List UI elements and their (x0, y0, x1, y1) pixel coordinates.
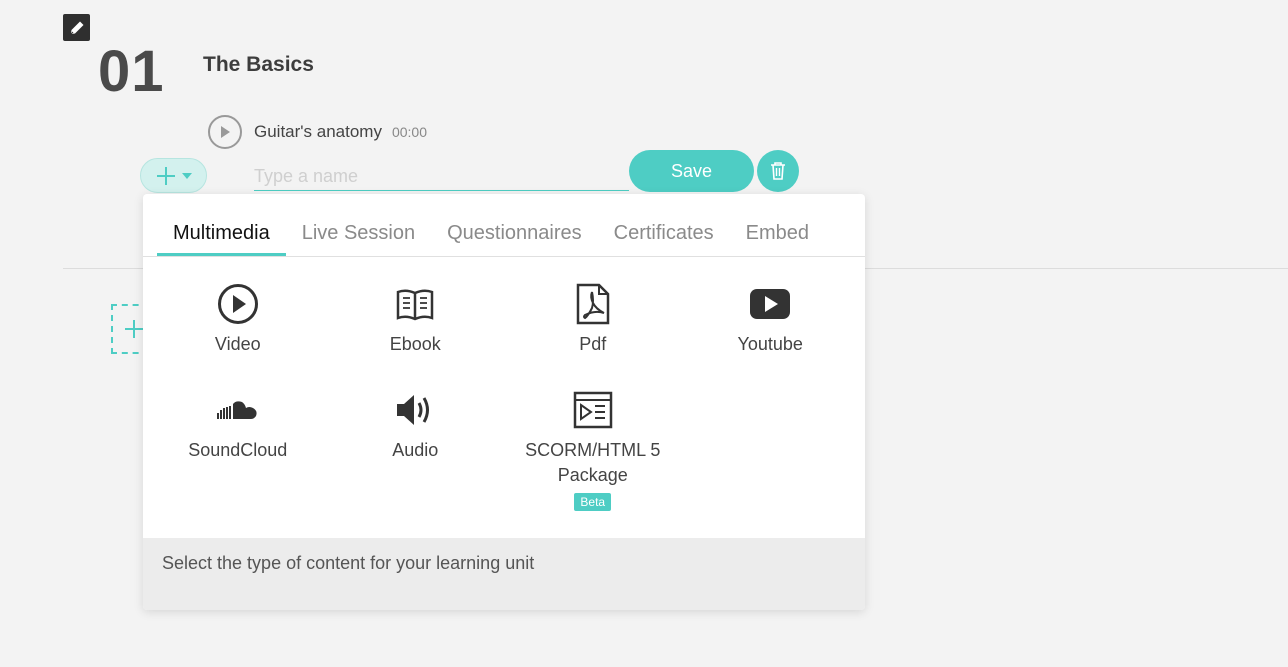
tile-label: Video (214, 334, 261, 354)
tile-label: Youtube (737, 334, 803, 354)
content-type-pdf[interactable]: Pdf (504, 280, 682, 366)
plus-icon (157, 166, 175, 185)
edit-section-button[interactable] (63, 14, 90, 41)
content-type-tabs: Multimedia Live Session Questionnaires C… (157, 214, 865, 257)
lesson-name-input[interactable] (254, 163, 629, 191)
content-type-youtube[interactable]: Youtube (682, 280, 860, 366)
delete-button[interactable] (757, 150, 799, 192)
play-circle-icon[interactable] (208, 115, 242, 149)
content-type-scorm[interactable]: SCORM/HTML 5 Package Beta (504, 386, 682, 511)
play-circle-icon (217, 284, 258, 324)
content-type-grid: Video Ebook Pdf Youtube SoundCloud Audio… (149, 280, 859, 511)
tile-label: Audio (392, 440, 439, 460)
book-icon (397, 289, 434, 321)
tile-label: Ebook (389, 334, 441, 354)
content-type-ebook[interactable]: Ebook (327, 280, 505, 366)
tab-live-session[interactable]: Live Session (286, 214, 431, 257)
speaker-icon (397, 395, 430, 425)
plus-icon (125, 320, 143, 338)
add-content-dropdown-button[interactable] (140, 158, 207, 193)
pencil-icon (70, 21, 83, 34)
save-button[interactable]: Save (629, 150, 754, 192)
tab-multimedia[interactable]: Multimedia (157, 214, 286, 257)
lesson-name: Guitar's anatomy (254, 122, 382, 141)
soundcloud-icon (216, 401, 257, 419)
lesson-duration: 00:00 (391, 124, 428, 140)
tab-embed[interactable]: Embed (730, 214, 825, 257)
tile-label: Pdf (579, 334, 607, 354)
trash-icon (771, 162, 785, 180)
lesson-item[interactable]: Guitar's anatomy 00:00 (208, 115, 427, 149)
popup-hint: Select the type of content for your lear… (143, 538, 865, 610)
youtube-icon (750, 289, 791, 319)
scorm-icon (573, 391, 612, 429)
content-type-audio[interactable]: Audio (327, 386, 505, 511)
tile-label: SCORM/HTML 5 Package (525, 440, 661, 485)
pdf-icon (576, 283, 609, 325)
tab-certificates[interactable]: Certificates (598, 214, 730, 257)
section-number: 01 (98, 39, 165, 104)
tile-label: SoundCloud (188, 440, 288, 460)
content-type-video[interactable]: Video (149, 280, 327, 366)
beta-badge: Beta (574, 493, 612, 511)
page: 01 The Basics Guitar's anatomy 00:00 Sav… (0, 0, 1288, 667)
tab-questionnaires[interactable]: Questionnaires (431, 214, 598, 257)
content-type-soundcloud[interactable]: SoundCloud (149, 386, 327, 511)
section-title: The Basics (203, 53, 314, 76)
tabs-underline (143, 256, 865, 257)
caret-down-icon (182, 172, 192, 179)
content-type-popup: Multimedia Live Session Questionnaires C… (143, 194, 865, 610)
